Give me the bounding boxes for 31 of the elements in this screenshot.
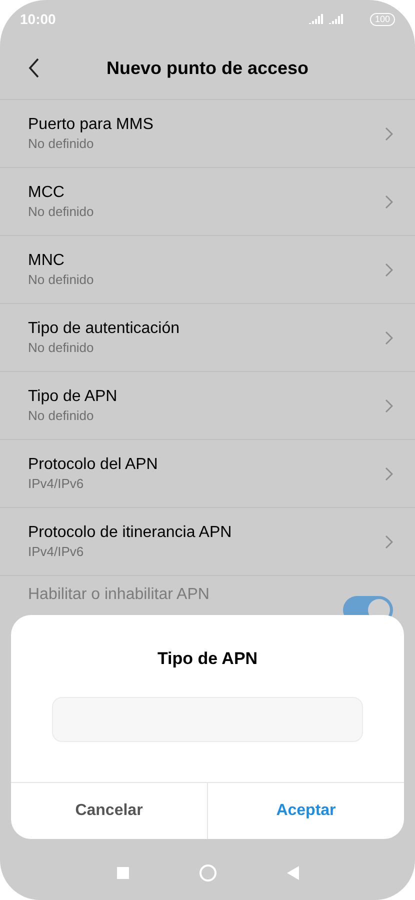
setting-title: Protocolo de itinerancia APN [28,523,233,543]
setting-title: Tipo de APN [28,387,118,407]
recent-apps-icon[interactable] [116,867,128,879]
dialog-title: Tipo de APN [156,648,259,670]
setting-value: No definido [28,339,95,357]
chevron-icon [385,262,393,276]
home-icon[interactable] [198,864,216,882]
accept-button[interactable]: Aceptar [207,783,404,839]
chevron-icon [385,126,393,140]
setting-value: No definido [28,407,95,425]
chevron-icon [385,194,393,208]
setting-value: No definido [28,271,95,289]
setting-value: No definido [28,203,95,221]
setting-title: MNC [28,251,66,271]
setting-title: Habilitar o inhabilitar APN [28,585,210,605]
setting-value: IPv4/IPv6 [28,543,85,561]
chevron-icon [385,534,393,548]
signal-icon [328,14,344,24]
chevron-icon [385,330,393,344]
setting-title: Puerto para MMS [28,115,154,135]
setting-value: No definido [28,135,95,153]
back-icon[interactable] [28,58,40,78]
signal-icon [308,14,324,24]
page-title: Nuevo punto de acceso [105,56,310,80]
cancel-button[interactable]: Cancelar [11,783,207,839]
setting-value: IPv4/IPv6 [28,475,85,493]
chevron-icon [385,398,393,412]
chevron-icon [385,466,393,480]
setting-title: Protocolo del APN [28,455,159,475]
setting-title: Tipo de autenticación [28,319,181,339]
setting-title: MCC [28,183,66,203]
